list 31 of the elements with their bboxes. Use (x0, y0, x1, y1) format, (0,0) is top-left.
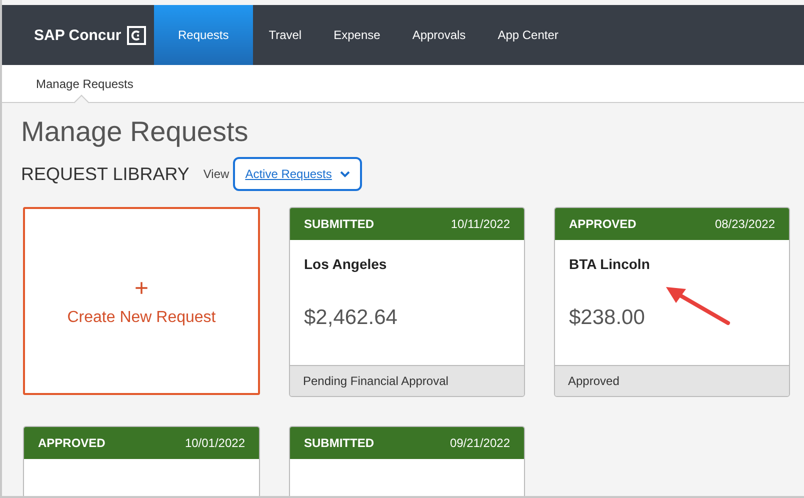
request-status: SUBMITTED (304, 217, 374, 231)
view-dropdown[interactable]: Active Requests (233, 157, 362, 191)
request-card[interactable]: APPROVED 10/01/2022 (23, 426, 260, 496)
approval-status: Approved (555, 365, 789, 396)
approval-status: Pending Financial Approval (290, 365, 524, 396)
nav-tab[interactable]: Expense (318, 5, 396, 65)
request-date: 10/01/2022 (184, 436, 245, 450)
request-status: APPROVED (38, 436, 106, 450)
section-heading: REQUEST LIBRARY (21, 164, 190, 184)
logo-icon (127, 26, 146, 44)
request-card[interactable]: APPROVED 08/23/2022 BTA Lincoln $238.00 Approved (554, 207, 790, 397)
nav-tab[interactable]: Travel (252, 5, 318, 65)
request-title: BTA Lincoln (569, 256, 651, 272)
nav-tab[interactable]: Approvals (396, 5, 482, 65)
request-status: SUBMITTED (304, 436, 374, 450)
nav-tab[interactable]: Requests (154, 5, 253, 65)
request-amount: $238.00 (569, 306, 646, 330)
page-title: Manage Requests (21, 115, 250, 149)
chevron-down-icon (340, 170, 350, 178)
request-status: APPROVED (569, 217, 636, 231)
nav-tab[interactable]: App Center (482, 5, 574, 65)
request-card[interactable]: SUBMITTED 10/11/2022 Los Angeles $2,462.64 Pending Financial Approval (289, 207, 525, 397)
request-date: 08/23/2022 (714, 217, 775, 231)
create-request-card[interactable]: + Create New Request (23, 207, 260, 395)
view-label: View (203, 167, 230, 181)
request-card[interactable]: SUBMITTED 09/21/2022 (289, 426, 525, 496)
request-title: Los Angeles (304, 256, 388, 272)
brand-name: SAP Concur (34, 26, 122, 44)
request-amount: $2,462.64 (304, 306, 398, 330)
request-date: 09/21/2022 (450, 436, 510, 450)
request-date: 10/11/2022 (450, 217, 510, 231)
